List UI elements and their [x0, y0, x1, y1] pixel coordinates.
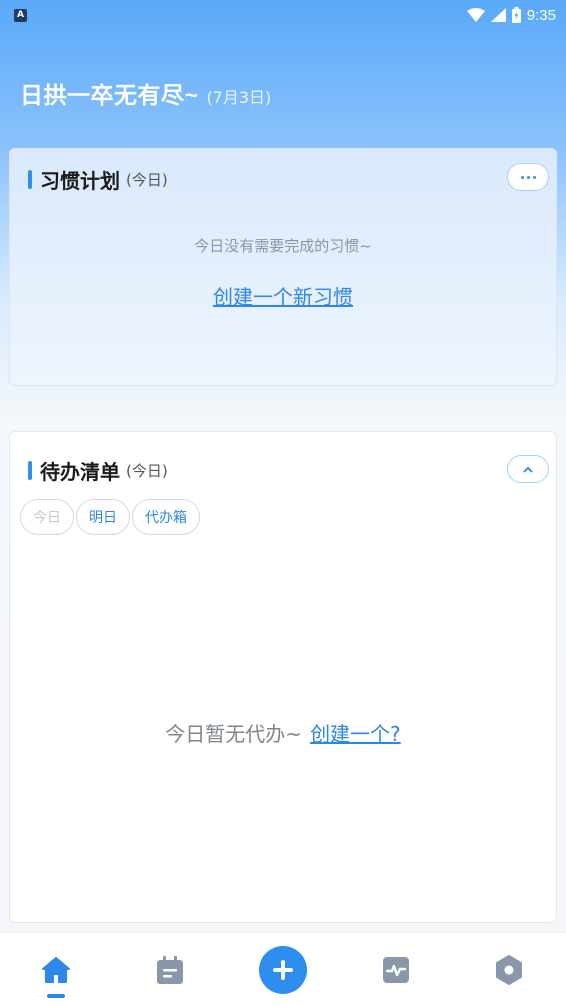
todo-list-card: 待办清单 (今日) 今日 明日 代办箱 今日暂无代办~ 创建一个?	[9, 431, 557, 923]
nav-activity[interactable]	[366, 933, 426, 1006]
add-icon	[273, 960, 293, 980]
habit-accent-bar	[28, 170, 32, 189]
add-button[interactable]	[259, 946, 307, 994]
todo-card-subtitle: (今日)	[126, 462, 168, 480]
home-icon	[42, 957, 70, 983]
status-time: 9:35	[526, 6, 556, 24]
page-title: 日拱一卒无有尽~	[20, 82, 199, 108]
status-bar: A 9:35	[0, 0, 566, 30]
todo-empty-state: 今日暂无代办~ 创建一个?	[10, 718, 556, 747]
activity-icon	[383, 957, 409, 983]
habit-card-title: 习惯计划	[40, 169, 120, 193]
nav-add[interactable]	[253, 933, 313, 1006]
signal-icon	[490, 8, 506, 22]
tab-inbox[interactable]: 代办箱	[132, 499, 200, 535]
habit-plan-card: 习惯计划 (今日) 今日没有需要完成的习惯~ 创建一个新习惯	[9, 148, 557, 386]
tab-today[interactable]: 今日	[20, 499, 74, 535]
todo-tabs: 今日 明日 代办箱	[20, 499, 200, 535]
nav-calendar[interactable]	[140, 933, 200, 1006]
page-date: (7月3日)	[206, 88, 272, 107]
notification-icon: A	[14, 8, 27, 22]
page-header: 日拱一卒无有尽~ (7月3日)	[20, 76, 271, 110]
habit-empty-text: 今日没有需要完成的习惯~	[194, 237, 372, 255]
bottom-nav	[0, 932, 566, 1006]
wifi-icon	[466, 8, 485, 22]
nav-settings[interactable]	[479, 933, 539, 1006]
more-dots-icon	[520, 175, 536, 179]
todo-accent-bar	[28, 461, 32, 480]
nav-selected-indicator	[47, 994, 65, 998]
create-habit-link[interactable]: 创建一个新习惯	[10, 281, 556, 310]
battery-icon	[511, 7, 521, 23]
habit-card-header: 习惯计划 (今日)	[28, 165, 168, 194]
chevron-up-icon	[523, 466, 533, 473]
todo-card-header: 待办清单 (今日)	[28, 456, 168, 485]
todo-empty-text: 今日暂无代办~	[165, 722, 303, 746]
todo-collapse-button[interactable]	[507, 455, 549, 483]
create-todo-link[interactable]: 创建一个?	[310, 718, 401, 747]
calendar-list-icon	[157, 956, 183, 984]
settings-hexagon-icon	[496, 955, 522, 985]
habit-more-button[interactable]	[507, 163, 549, 191]
tab-tomorrow[interactable]: 明日	[76, 499, 130, 535]
habit-card-subtitle: (今日)	[126, 171, 168, 189]
todo-card-title: 待办清单	[40, 460, 120, 484]
